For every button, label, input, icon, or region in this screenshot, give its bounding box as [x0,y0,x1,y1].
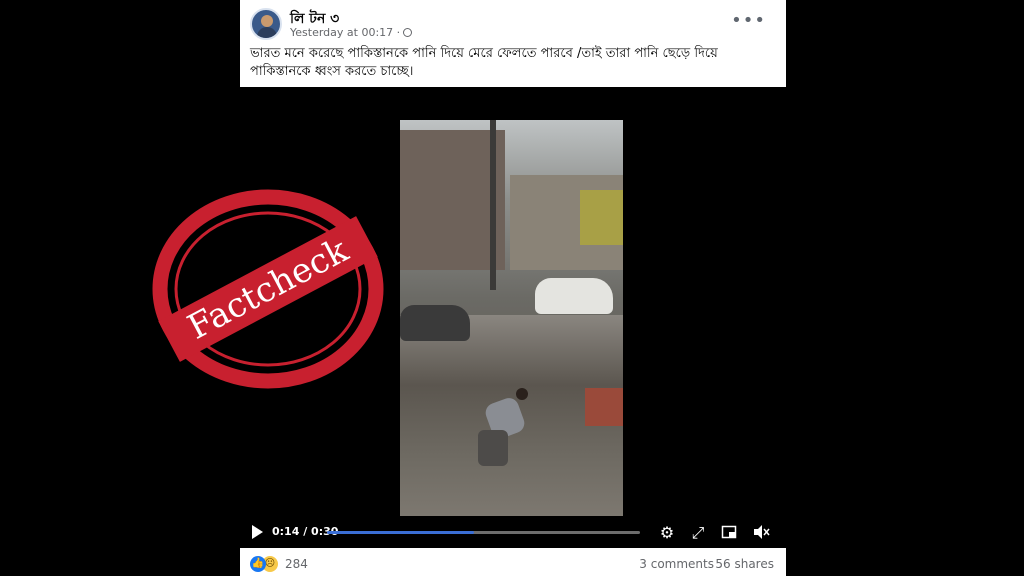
avatar-head [261,15,273,27]
comments-count[interactable]: 3 comments [639,557,714,571]
settings-icon[interactable]: ⚙ [658,524,676,542]
timestamp[interactable]: Yesterday at 00:17 · [290,26,400,39]
person-legs [478,430,508,466]
avatar-body [257,27,277,38]
shares-count[interactable]: 56 shares [715,557,774,571]
factcheck-stamp: Factcheck [152,189,384,389]
post-footer: 👍 ☹ 284 3 comments 56 shares [240,552,786,576]
progress-bar[interactable] [327,531,640,534]
post-meta: Yesterday at 00:17 · [290,26,413,39]
pip-glyph [721,525,737,539]
person [468,388,528,470]
fullscreen-icon[interactable]: ⤢ [689,524,707,542]
stamp-text: Factcheck [181,230,355,348]
more-options-icon[interactable]: ••• [731,10,766,31]
reaction-count[interactable]: 284 [285,557,308,571]
globe-icon [403,28,413,37]
video-controls: 0:14 / 0:30 ⚙ ⤢ [240,521,786,545]
pip-icon[interactable] [720,524,738,542]
brick-pile [585,388,623,426]
utility-pole [490,120,496,290]
mute-icon[interactable] [752,524,770,542]
video-frame[interactable] [400,120,623,516]
person-head [516,388,528,400]
like-icon[interactable]: 👍 [250,556,266,572]
white-car [535,278,613,314]
play-icon[interactable] [252,525,263,539]
avatar[interactable] [250,8,282,40]
mute-glyph [754,525,770,539]
progress-fill [327,531,475,534]
post-caption: ভারত মনে করেছে পাকিস্তানকে পানি দিয়ে মে… [250,46,718,79]
dark-car [400,305,470,341]
building [580,190,623,245]
